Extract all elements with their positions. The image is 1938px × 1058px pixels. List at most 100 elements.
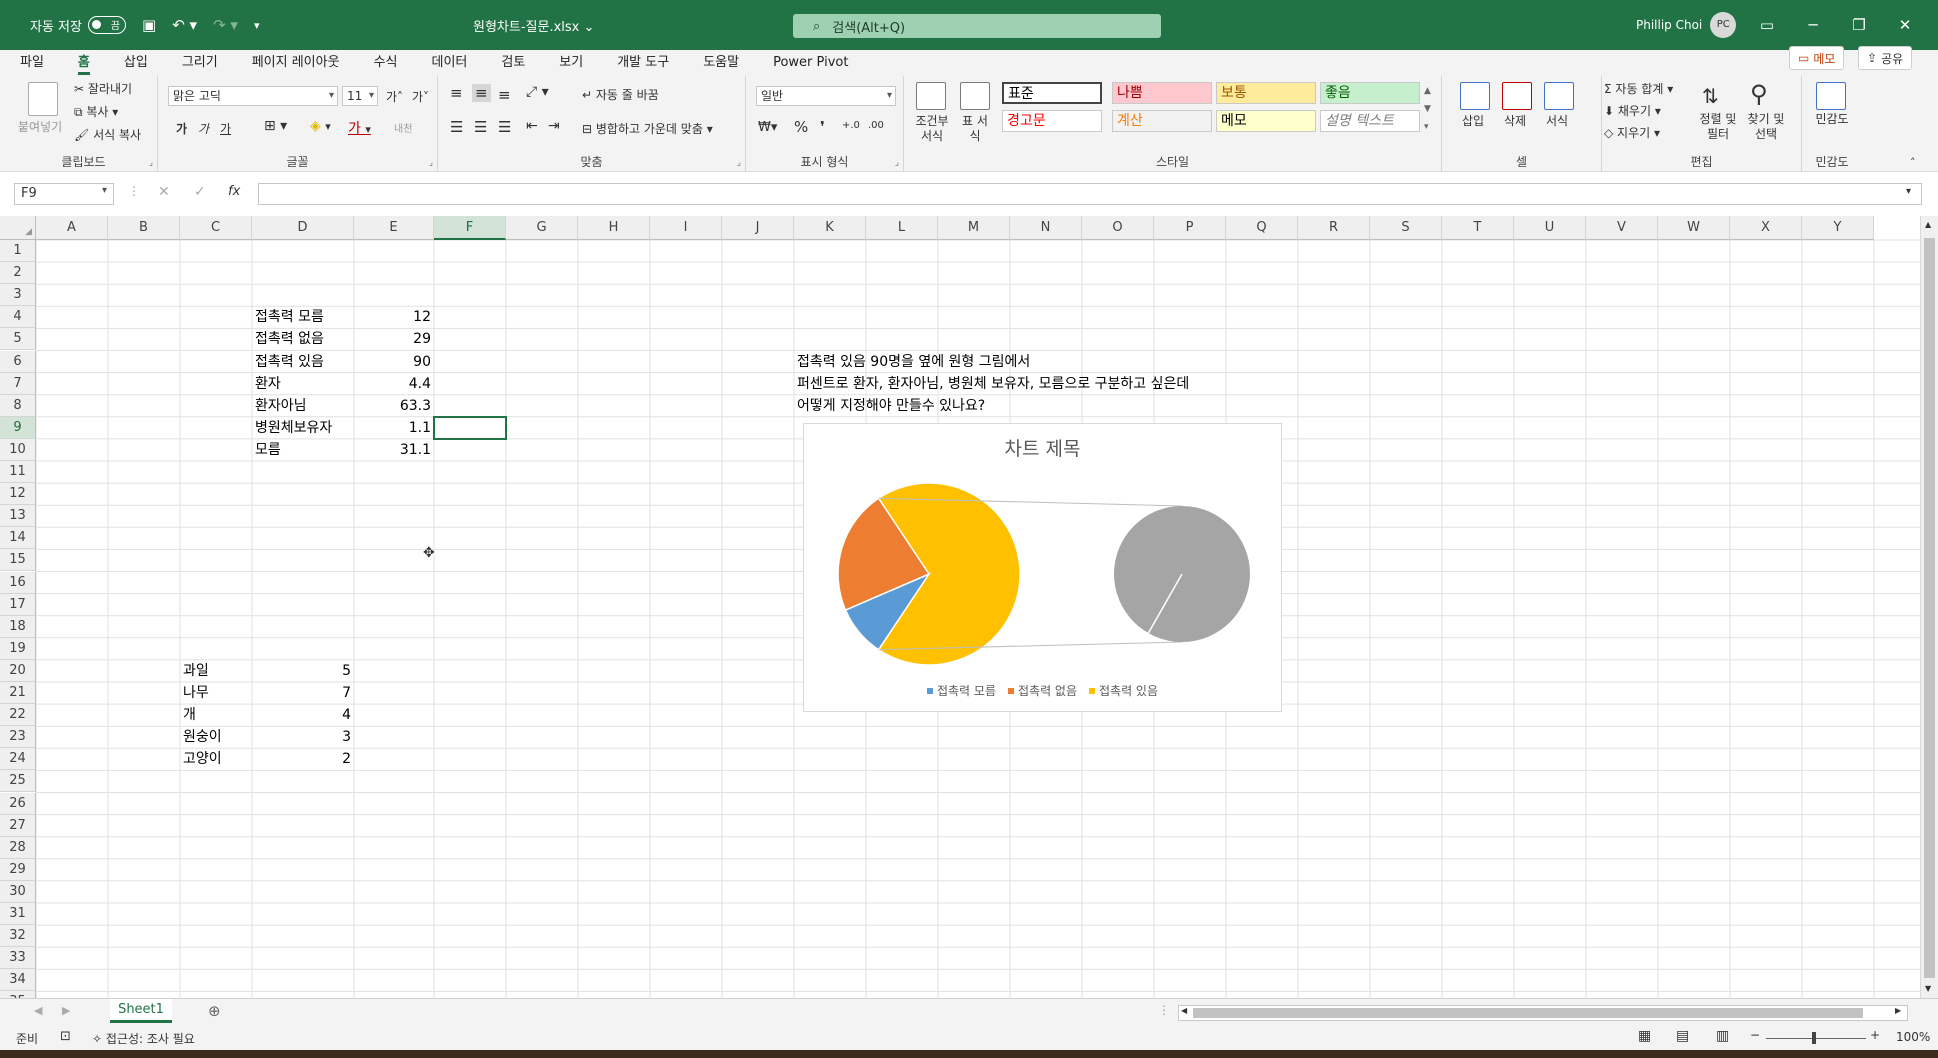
sensitivity-button[interactable]: 민감도 — [1810, 112, 1854, 127]
delete-cells-button[interactable]: 삭제 — [1504, 112, 1526, 129]
row-header[interactable]: 1 — [0, 240, 36, 263]
tab-splitter-icon[interactable]: ⋮ — [1158, 1003, 1170, 1017]
cell-label[interactable]: 병원체보유자 — [255, 417, 351, 439]
page-break-icon[interactable]: ▥ — [1716, 1028, 1729, 1044]
launcher-icon[interactable]: ⌟ — [737, 158, 741, 168]
merge-center-button[interactable]: ⊟ 병합하고 가운데 맞춤 ▾ — [582, 120, 713, 137]
styles-scroll-icon[interactable]: ▲ ▼ ▾ — [1424, 82, 1431, 136]
row-header[interactable]: 17 — [0, 593, 36, 616]
column-header[interactable]: Y — [1802, 216, 1874, 240]
horizontal-scroll-thumb[interactable] — [1193, 1008, 1863, 1018]
align-right-icon[interactable]: ☰ — [498, 118, 511, 136]
launcher-icon[interactable]: ⌟ — [149, 158, 153, 168]
column-header[interactable]: W — [1658, 216, 1730, 240]
column-header[interactable]: E — [354, 216, 434, 240]
share-button[interactable]: ⇪ 공유 — [1858, 46, 1913, 70]
zoom-in-icon[interactable]: + — [1870, 1028, 1880, 1042]
cell-value[interactable]: 12 — [357, 306, 431, 328]
grow-font-button[interactable]: 가˄ — [386, 88, 403, 105]
column-header[interactable]: R — [1298, 216, 1370, 240]
note-line[interactable]: 어떻게 지정해야 만들수 있나요? — [797, 395, 985, 417]
row-header[interactable]: 34 — [0, 969, 36, 992]
column-header[interactable]: V — [1586, 216, 1658, 240]
cell-label[interactable]: 접촉력 없음 — [255, 328, 351, 350]
cell-label[interactable]: 원숭이 — [183, 726, 249, 748]
file-title[interactable]: 원형차트-질문.xlsx ⌄ — [473, 0, 594, 50]
horizontal-scrollbar[interactable]: ◀ ▶ — [1178, 1005, 1908, 1021]
scroll-right-icon[interactable]: ▶ — [1895, 1006, 1901, 1015]
vertical-scroll-thumb[interactable] — [1924, 238, 1935, 978]
row-header[interactable]: 31 — [0, 903, 36, 926]
bold-button[interactable]: 가 — [176, 120, 187, 137]
cell-label[interactable]: 접촉력 모름 — [255, 306, 351, 328]
fill-color-icon[interactable]: ◈ ▾ — [310, 118, 331, 134]
cell-label[interactable]: 고양이 — [183, 748, 249, 770]
row-header[interactable]: 25 — [0, 770, 36, 793]
delete-cells-icon[interactable] — [1502, 82, 1532, 110]
cell-value[interactable]: 31.1 — [357, 439, 431, 461]
row-header[interactable]: 13 — [0, 505, 36, 528]
next-sheet-icon[interactable]: ▶ — [62, 1004, 70, 1017]
conditional-format-button[interactable]: 조건부 서식 — [912, 114, 952, 144]
cell-style-6[interactable]: 메모 — [1216, 110, 1316, 132]
row-header[interactable]: 2 — [0, 262, 36, 285]
menu-tab-10[interactable]: 도움말 — [703, 50, 739, 76]
column-header[interactable]: N — [1010, 216, 1082, 240]
column-header[interactable]: L — [866, 216, 938, 240]
formula-input[interactable] — [258, 183, 1922, 205]
row-header[interactable]: 26 — [0, 792, 36, 815]
memo-button[interactable]: ▭ 메모 — [1789, 46, 1845, 70]
row-header[interactable]: 15 — [0, 549, 36, 572]
zoom-out-icon[interactable]: − — [1750, 1028, 1760, 1042]
insert-function-icon[interactable]: fx — [228, 184, 240, 199]
cell-style-2[interactable]: 보통 — [1216, 82, 1316, 104]
decrease-indent-icon[interactable]: ⇤ — [526, 118, 538, 134]
column-header[interactable]: D — [252, 216, 354, 240]
legend-item[interactable]: 접촉력 없음 — [1007, 682, 1077, 699]
sheet-tab[interactable]: Sheet1 — [110, 999, 172, 1023]
row-header[interactable]: 23 — [0, 726, 36, 749]
prev-sheet-icon[interactable]: ◀ — [34, 1004, 42, 1017]
column-header[interactable]: C — [180, 216, 252, 240]
chart-legend[interactable]: 접촉력 모름 접촉력 없음 접촉력 있음 — [804, 682, 1281, 699]
menu-tab-0[interactable]: 파일 — [20, 50, 44, 76]
cell-value[interactable]: 3 — [255, 726, 351, 748]
percent-icon[interactable]: % — [794, 118, 808, 136]
format-cells-icon[interactable] — [1544, 82, 1574, 110]
column-header[interactable]: I — [650, 216, 722, 240]
row-header[interactable]: 20 — [0, 659, 36, 682]
cell-value[interactable]: 2 — [255, 748, 351, 770]
column-header[interactable]: S — [1370, 216, 1442, 240]
row-header[interactable]: 5 — [0, 328, 36, 351]
menu-tab-8[interactable]: 보기 — [559, 50, 583, 76]
cell-value[interactable]: 1.1 — [357, 417, 431, 439]
column-header[interactable]: B — [108, 216, 180, 240]
cell-label[interactable]: 접촉력 있음 — [255, 351, 351, 373]
zoom-level[interactable]: 100% — [1896, 1030, 1930, 1044]
cell-label[interactable]: 나무 — [183, 682, 249, 704]
cell-style-7[interactable]: 설명 텍스트 — [1320, 110, 1420, 132]
row-header[interactable]: 8 — [0, 394, 36, 417]
cell-value[interactable]: 7 — [255, 682, 351, 704]
menu-tab-4[interactable]: 페이지 레이아웃 — [252, 50, 340, 76]
cell-value[interactable]: 63.3 — [357, 395, 431, 417]
note-line[interactable]: 퍼센트로 환자, 환자아님, 병원체 보유자, 모름으로 구분하고 싶은데 — [797, 373, 1189, 395]
row-header[interactable]: 28 — [0, 836, 36, 859]
select-all-corner[interactable]: ◢ — [0, 216, 36, 240]
column-header[interactable]: M — [938, 216, 1010, 240]
row-header[interactable]: 24 — [0, 748, 36, 771]
conditional-format-icon[interactable] — [916, 82, 946, 110]
font-size-select[interactable]: 11 — [342, 86, 378, 106]
row-header[interactable]: 22 — [0, 704, 36, 727]
sensitivity-icon[interactable] — [1816, 82, 1846, 110]
name-box[interactable]: F9 — [14, 183, 114, 205]
underline-button[interactable]: 가 — [220, 120, 231, 137]
page-layout-icon[interactable]: ▤ — [1676, 1028, 1689, 1044]
paste-button[interactable]: 붙여넣기 — [18, 118, 62, 135]
row-header[interactable]: 14 — [0, 527, 36, 550]
menu-tab-1[interactable]: 홈 — [77, 50, 90, 76]
number-format-select[interactable]: 일반 — [756, 86, 896, 106]
align-top-icon[interactable]: ≡ — [450, 84, 463, 102]
cell-value[interactable]: 4 — [255, 704, 351, 726]
cell-label[interactable]: 개 — [183, 704, 249, 726]
